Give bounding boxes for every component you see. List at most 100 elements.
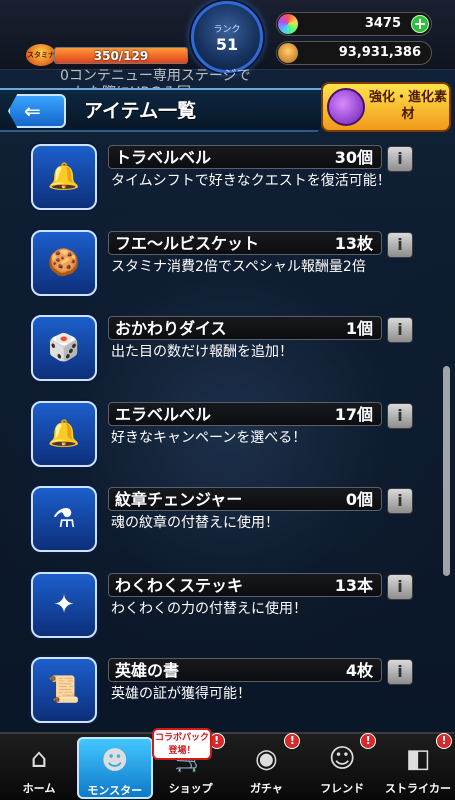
stamina-bar: 350/129 <box>54 47 188 64</box>
nav-tab-gacha[interactable]: ◉ ガチャ! <box>228 733 304 799</box>
item-name: おかわりダイス <box>115 319 227 338</box>
item-row[interactable]: ✦ わくわくステッキ 13本わくわくの力の付替えに使用！ i <box>0 566 455 652</box>
nav-tab-friend[interactable]: ☺ フレンド! <box>304 733 380 799</box>
back-button[interactable]: ⇐ <box>8 94 66 128</box>
item-name: エラベルベル <box>115 404 212 424</box>
nav-tab-home[interactable]: ⌂ ホーム <box>1 737 77 799</box>
dice-icon: 🎲 <box>47 333 81 363</box>
notification-badge: ! <box>436 733 452 749</box>
scrollbar[interactable] <box>443 366 450 576</box>
item-row[interactable]: ⚗ 紋章チェンジャー 0個魂の紋章の付替えに使用！ i <box>0 480 455 566</box>
nav-tab-monster[interactable]: ☻ モンスター <box>76 737 153 799</box>
evolve-materials-label: 強化・進化素材 <box>368 90 447 122</box>
item-description: 出た目の数だけ報酬を追加！ <box>111 344 293 360</box>
monster-icon: ☻ <box>101 746 129 776</box>
item-icon-frame: 🔔 <box>31 144 97 210</box>
item-row[interactable]: 🔔 トラベルベル 30個タイムシフトで好きなクエストを復活可能！ i <box>0 138 455 224</box>
emblem-changer-icon: ⚗ <box>52 504 76 534</box>
item-description: タイムシフトで好きなクエストを復活可能！ <box>111 173 391 189</box>
nav-tab-label: モンスター <box>87 784 143 797</box>
item-name: 英雄の書 <box>115 661 180 680</box>
page-title: アイテム一覧 <box>84 100 197 122</box>
item-row[interactable]: 🎲 おかわりダイス 1個出た目の数だけ報酬を追加！ i <box>0 309 455 395</box>
nav-tab-label: ホーム <box>22 782 56 795</box>
item-description: 英雄の証が獲得可能！ <box>111 686 251 702</box>
item-name: 紋章チェンジャー <box>115 490 243 509</box>
item-count: 13本 <box>334 575 373 595</box>
item-list[interactable]: 🔔 トラベルベル 30個 タイムシフトで好きなクエストを復活可能！ i 🍪 フエ〜ルビスケッ… <box>0 138 455 730</box>
item-count: 17個 <box>334 404 373 424</box>
item-name-bar: 紋章チェンジャー 0個 <box>108 487 382 511</box>
item-name-bar: わくわくステッキ 13本 <box>108 572 382 597</box>
orb-count: 3475 <box>364 16 401 31</box>
item-info-button[interactable]: i <box>387 317 413 343</box>
item-name-bar: フエ〜ルビスケット 13枚 <box>108 230 382 255</box>
item-count: 1個 <box>345 319 373 338</box>
rank-value: 51 <box>215 35 239 54</box>
nav-tab-label: ガチャ <box>249 782 283 795</box>
item-description: 魂の紋章の付替えに使用！ <box>111 515 279 531</box>
item-name-bar: 英雄の書 4枚 <box>108 658 382 682</box>
item-description: わくわくの力の付替えに使用！ <box>111 600 307 617</box>
rank-label: ランク <box>213 25 241 35</box>
item-count: 13枚 <box>334 233 373 253</box>
item-icon-frame: 🍪 <box>31 229 97 296</box>
wand-icon: ✦ <box>53 589 75 620</box>
nav-tab-label: フレンド <box>320 782 365 795</box>
item-row[interactable]: 📜 英雄の書 4枚英雄の証が獲得可能！ i <box>0 651 455 730</box>
striker-icon: ◧ <box>405 744 431 774</box>
stamina-text: 350/129 <box>93 49 149 63</box>
item-info-button[interactable]: i <box>387 146 413 172</box>
item-list-screen: スタミナ 350/129 ランク 51 3475 + 93,931,386 0コ… <box>0 0 455 800</box>
item-info-button[interactable]: i <box>387 231 413 258</box>
item-icon-frame: 🎲 <box>31 315 97 381</box>
item-icon-frame: 📜 <box>31 657 97 723</box>
bell-icon: 🔔 <box>47 162 81 192</box>
back-arrow-icon: ⇐ <box>24 99 41 123</box>
orb-icon <box>278 14 298 34</box>
nav-tab-label: ストライカー <box>385 782 451 795</box>
rank-badge[interactable]: ランク 51 <box>191 1 263 73</box>
status-bar: スタミナ 350/129 ランク 51 3475 + 93,931,386 <box>0 0 455 73</box>
item-info-button[interactable]: i <box>387 402 413 429</box>
item-count: 0個 <box>345 490 373 509</box>
item-row[interactable]: 🔔 エラベルベル 17個好きなキャンペーンを選べる！ i <box>0 395 455 481</box>
notification-badge: ! <box>284 733 301 749</box>
item-icon-frame: ✦ <box>31 571 97 638</box>
home-icon: ⌂ <box>30 744 48 774</box>
item-name-bar: エラベルベル 17個 <box>108 401 382 426</box>
orb-counter: 3475 + <box>276 12 432 36</box>
item-icon-frame: 🔔 <box>31 400 97 467</box>
bottom-nav: ⌂ホーム☻モンスター🛒ショップ!◉ガチャ!☺フレンド!◧ストライカー! <box>0 732 455 800</box>
nav-tab-striker[interactable]: ◧ ストライカー! <box>380 733 455 799</box>
golden-bell-icon: 🔔 <box>47 418 81 449</box>
collab-pack-sticker: コラボパック登場！ <box>152 728 212 760</box>
item-count: 4枚 <box>345 661 373 680</box>
item-info-button[interactable]: i <box>387 488 413 514</box>
item-name-bar: おかわりダイス 1個 <box>108 316 382 340</box>
item-row[interactable]: 🍪 フエ〜ルビスケット 13枚スタミナ消費2倍でスペシャル報酬量2倍 i <box>0 224 455 310</box>
evolve-materials-button[interactable]: 強化・進化素材 <box>321 82 451 132</box>
gold-counter: 93,931,386 <box>276 41 432 65</box>
stamina-icon: スタミナ <box>26 44 56 66</box>
item-info-button[interactable]: i <box>387 659 413 685</box>
item-name-bar: トラベルベル 30個 <box>108 145 382 169</box>
gacha-icon: ◉ <box>255 744 278 774</box>
add-orb-button[interactable]: + <box>411 15 429 33</box>
nav-tab-label: ショップ <box>168 782 213 795</box>
item-name: わくわくステッキ <box>115 575 244 595</box>
item-name: トラベルベル <box>115 148 212 167</box>
item-info-button[interactable]: i <box>387 573 413 600</box>
item-icon-frame: ⚗ <box>31 486 97 552</box>
scroll-icon: 📜 <box>47 675 81 705</box>
evolve-material-icon <box>327 88 365 126</box>
item-description: 好きなキャンペーンを選べる！ <box>111 429 307 446</box>
notification-badge: ! <box>360 733 377 749</box>
item-count: 30個 <box>334 148 373 167</box>
item-name: フエ〜ルビスケット <box>115 233 260 253</box>
gold-coin-icon <box>278 43 298 63</box>
gold-count: 93,931,386 <box>338 45 421 60</box>
friend-icon: ☺ <box>328 744 356 774</box>
biscuit-icon: 🍪 <box>47 247 81 278</box>
item-description: スタミナ消費2倍でスペシャル報酬量2倍 <box>111 258 366 275</box>
